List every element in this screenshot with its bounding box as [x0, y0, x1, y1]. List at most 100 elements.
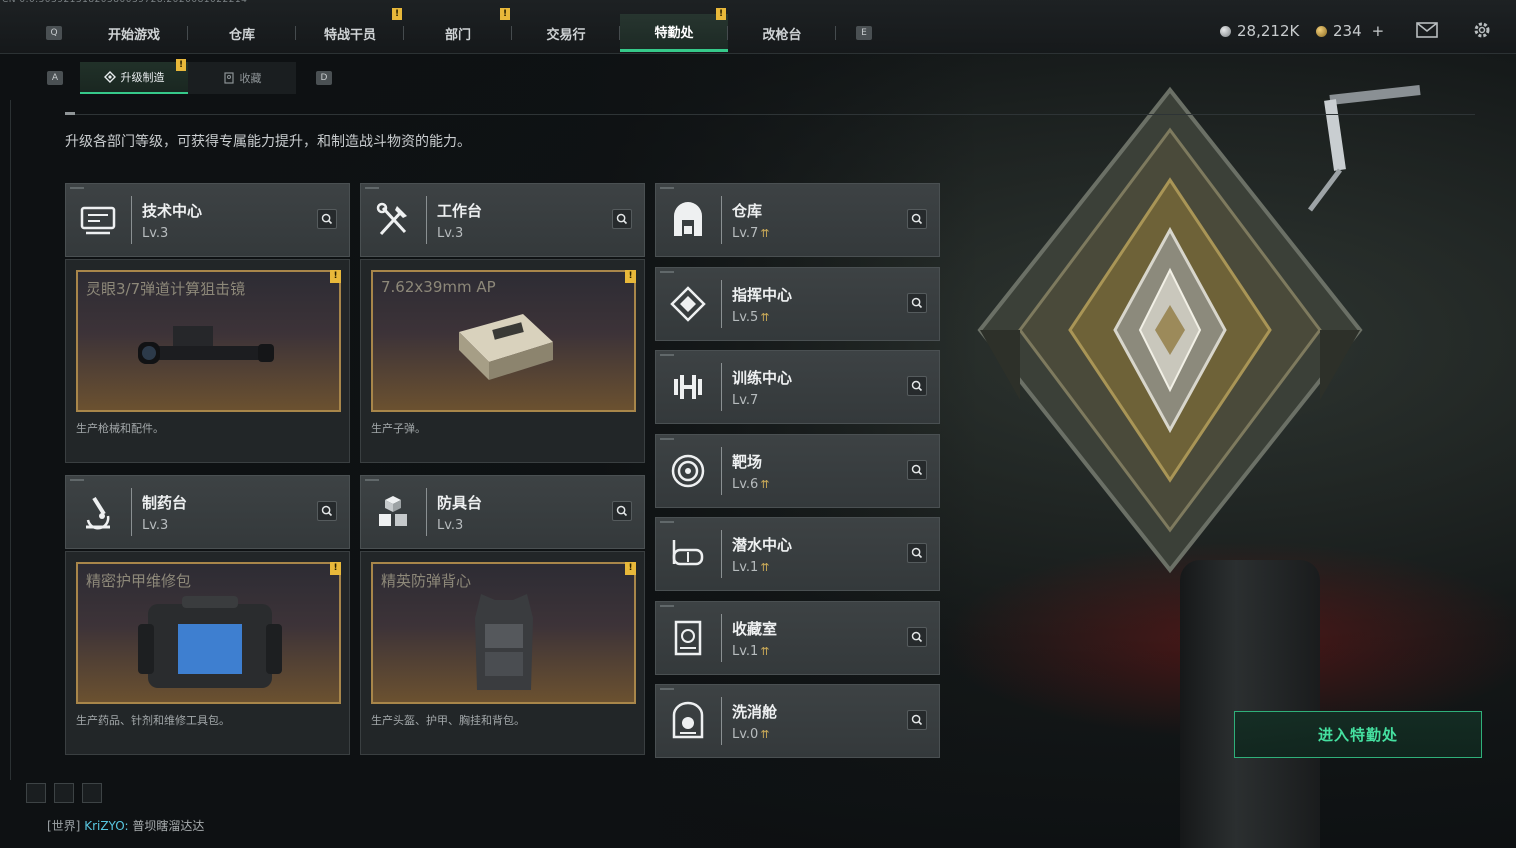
production-panel-pharmacy[interactable]: 精密护甲维修包 ! 生产药品、针剂和维修工具包。: [65, 551, 350, 755]
search-icon[interactable]: [907, 543, 927, 563]
cube-pillar: [1180, 560, 1320, 848]
collection-icon: [674, 620, 702, 656]
robotic-arm: [1308, 85, 1421, 212]
station-command-center[interactable]: 指挥中心 Lv.5 ⇈: [655, 267, 940, 341]
card-separator: [721, 280, 722, 328]
product-name: 7.62x39mm AP: [381, 278, 496, 296]
product-name: 灵眼3/7弹道计算狙击镜: [86, 280, 246, 298]
chat-message[interactable]: [世界] KriZYO: 普坝瞎溜达达: [47, 817, 204, 834]
station-training-center[interactable]: 训练中心 Lv.7: [655, 350, 940, 424]
microscope-icon: [86, 496, 110, 530]
card-stub: [70, 187, 84, 189]
station-tech-center[interactable]: 技术中心 Lv.3: [65, 183, 350, 257]
card-stub: [365, 187, 379, 189]
chat-channel-button[interactable]: [26, 783, 46, 803]
product-frame[interactable]: 精英防弹背心 !: [371, 562, 636, 704]
tab-warehouse[interactable]: 仓库: [188, 14, 296, 52]
silver-amount: 28,212K: [1237, 22, 1300, 40]
ammo-box-image: [459, 314, 553, 380]
card-separator: [426, 196, 427, 244]
upgrade-arrow-icon: ⇈: [760, 561, 770, 574]
production-panel-tech[interactable]: 灵眼3/7弹道计算狙击镜 ! 生产枪械和配件。: [65, 259, 350, 463]
subtab-label: 收藏: [239, 72, 262, 85]
tab-department[interactable]: 部门!: [404, 8, 512, 52]
level-text: Lv.5: [732, 310, 759, 325]
search-icon[interactable]: [907, 460, 927, 480]
station-level: Lv.5 ⇈: [732, 310, 770, 325]
key-hint-right: E: [856, 26, 872, 40]
level-text: Lv.0: [732, 727, 759, 742]
station-level: Lv.7 ⇈: [732, 226, 770, 241]
station-name: 指挥中心: [732, 286, 793, 304]
product-frame[interactable]: 精密护甲维修包 !: [76, 562, 341, 704]
card-separator: [721, 196, 722, 244]
station-armor-bench[interactable]: 防具台 Lv.3: [360, 475, 645, 549]
station-workbench[interactable]: 工作台 Lv.3: [360, 183, 645, 257]
search-icon[interactable]: [612, 209, 632, 229]
card-stub: [660, 187, 674, 189]
gear-icon[interactable]: [1472, 20, 1492, 40]
envelope-icon[interactable]: [1416, 22, 1438, 38]
production-panel-workbench[interactable]: 7.62x39mm AP ! 生产子弹。: [360, 259, 645, 463]
upgrade-arrow-icon: ⇈: [760, 728, 770, 741]
add-currency-button[interactable]: +: [1372, 22, 1385, 40]
chat-settings-button[interactable]: [82, 783, 102, 803]
chat-user[interactable]: KriZYO:: [84, 819, 128, 833]
search-icon[interactable]: [907, 627, 927, 647]
station-warehouse[interactable]: 仓库 Lv.7 ⇈: [655, 183, 940, 257]
level-text: Lv.6: [732, 477, 759, 492]
search-icon[interactable]: [317, 209, 337, 229]
search-icon[interactable]: [612, 501, 632, 521]
tab-operators[interactable]: 特战干员!: [296, 8, 404, 52]
product-frame[interactable]: 7.62x39mm AP !: [371, 270, 636, 412]
tab-label: 部门: [444, 27, 471, 43]
build-id: CN 0.0.30392131820580039728.202008102221…: [2, 0, 248, 5]
station-level: Lv.3: [142, 518, 169, 533]
station-collection-room[interactable]: 收藏室 Lv.1 ⇈: [655, 601, 940, 675]
level-text: Lv.1: [732, 644, 759, 659]
alert-badge: !: [500, 8, 510, 20]
search-icon[interactable]: [907, 710, 927, 730]
station-diving-center[interactable]: 潜水中心 Lv.1 ⇈: [655, 517, 940, 591]
station-name: 靶场: [732, 453, 763, 471]
station-level: Lv.1 ⇈: [732, 644, 770, 659]
search-icon[interactable]: [317, 501, 337, 521]
subtab-upgrade-craft[interactable]: 升级制造 !: [80, 59, 188, 94]
tab-special-ops[interactable]: 特勤处!: [620, 8, 728, 52]
card-separator: [721, 697, 722, 745]
station-pharmacy[interactable]: 制药台 Lv.3: [65, 475, 350, 549]
tab-start-game[interactable]: 开始游戏: [80, 14, 188, 52]
production-panel-armor[interactable]: 精英防弹背心 ! 生产头盔、护甲、胸挂和背包。: [360, 551, 645, 755]
station-level: Lv.0 ⇈: [732, 727, 770, 742]
alert-badge: !: [330, 270, 341, 283]
search-icon[interactable]: [907, 293, 927, 313]
enter-special-ops-button[interactable]: 进入特勤处: [1234, 711, 1482, 758]
card-separator: [721, 614, 722, 662]
subtab-collection[interactable]: 收藏: [188, 62, 296, 94]
tab-label: 改枪台: [762, 27, 802, 43]
search-icon[interactable]: [907, 376, 927, 396]
tab-trade[interactable]: 交易行: [512, 14, 620, 52]
boxes-icon: [379, 496, 407, 526]
dumbbell-icon: [674, 375, 702, 399]
gold-currency: 234 +: [1316, 22, 1384, 40]
station-name: 洗消舱: [732, 703, 778, 721]
card-separator: [721, 363, 722, 411]
station-shooting-range[interactable]: 靶场 Lv.6 ⇈: [655, 434, 940, 508]
card-separator: [721, 447, 722, 495]
tab-label: 特战干员: [323, 27, 376, 43]
command-icon: [670, 286, 706, 322]
alert-badge: !: [716, 8, 726, 20]
subtab-key-left: A: [47, 71, 63, 85]
chat-emoji-button[interactable]: [54, 783, 74, 803]
card-stub: [660, 271, 674, 273]
station-level: Lv.6 ⇈: [732, 477, 770, 492]
tab-gunsmith[interactable]: 改枪台: [728, 14, 836, 52]
chat-text: 普坝瞎溜达达: [132, 819, 205, 833]
product-frame[interactable]: 灵眼3/7弹道计算狙击镜 !: [76, 270, 341, 412]
search-icon[interactable]: [907, 209, 927, 229]
craft-icon: [103, 71, 116, 83]
decontamination-icon: [672, 701, 704, 739]
station-decontamination[interactable]: 洗消舱 Lv.0 ⇈: [655, 684, 940, 758]
card-separator: [721, 530, 722, 578]
